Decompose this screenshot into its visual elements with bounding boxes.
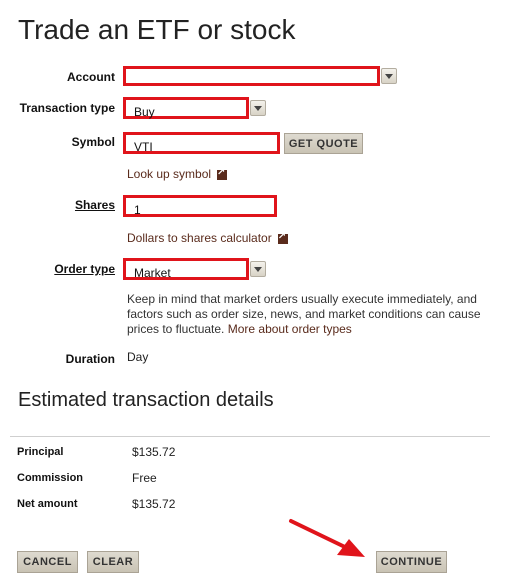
dollars-to-shares-link[interactable]: Dollars to shares calculator [127, 231, 288, 245]
continue-button[interactable]: CONTINUE [376, 551, 447, 573]
shares-value: 1 [134, 203, 141, 217]
order-type-value: Market [134, 266, 171, 280]
transaction-type-label: Transaction type [19, 101, 115, 115]
shares-label: Shares [74, 198, 115, 212]
estimate-divider [10, 436, 490, 437]
transaction-type-value: Buy [134, 105, 155, 119]
lookup-symbol-link[interactable]: Look up symbol [127, 167, 228, 181]
principal-value: $135.72 [132, 445, 176, 459]
shares-input[interactable]: 1 [123, 195, 277, 217]
order-type-dropdown-button[interactable] [250, 261, 266, 277]
estimate-section-title: Estimated transaction details [18, 389, 274, 411]
page-title: Trade an ETF or stock [18, 14, 296, 45]
clear-button[interactable]: CLEAR [87, 551, 139, 573]
transaction-type-dropdown-button[interactable] [250, 100, 266, 116]
net-amount-value: $135.72 [132, 497, 176, 511]
external-link-icon [217, 167, 228, 180]
chevron-down-icon [254, 105, 262, 111]
symbol-value: VTI [134, 140, 153, 154]
net-amount-label: Net amount [17, 498, 78, 510]
lookup-symbol-label: Look up symbol [127, 167, 212, 181]
symbol-label: Symbol [71, 135, 115, 149]
account-dropdown-button[interactable] [381, 68, 397, 84]
commission-value: Free [132, 471, 157, 485]
commission-label: Commission [17, 472, 84, 484]
duration-label: Duration [65, 352, 115, 366]
order-type-note: Keep in mind that market orders usually … [127, 292, 489, 337]
external-link-icon [277, 231, 288, 244]
get-quote-button[interactable]: GET QUOTE [284, 133, 363, 154]
chevron-down-icon [385, 73, 393, 79]
account-select[interactable] [123, 66, 380, 86]
red-arrow-annotation [289, 519, 365, 557]
duration-value: Day [127, 350, 149, 364]
transaction-type-select[interactable]: Buy [123, 97, 249, 119]
chevron-down-icon [254, 266, 262, 272]
symbol-input[interactable]: VTI [123, 132, 280, 154]
more-about-order-types-link[interactable]: More about order types [228, 322, 352, 336]
cancel-button[interactable]: CANCEL [17, 551, 78, 573]
order-type-label: Order type [54, 262, 115, 276]
principal-label: Principal [17, 446, 64, 458]
order-type-select[interactable]: Market [123, 258, 249, 280]
account-value [126, 71, 134, 85]
account-label: Account [67, 70, 115, 84]
dollars-to-shares-label: Dollars to shares calculator [127, 231, 272, 245]
